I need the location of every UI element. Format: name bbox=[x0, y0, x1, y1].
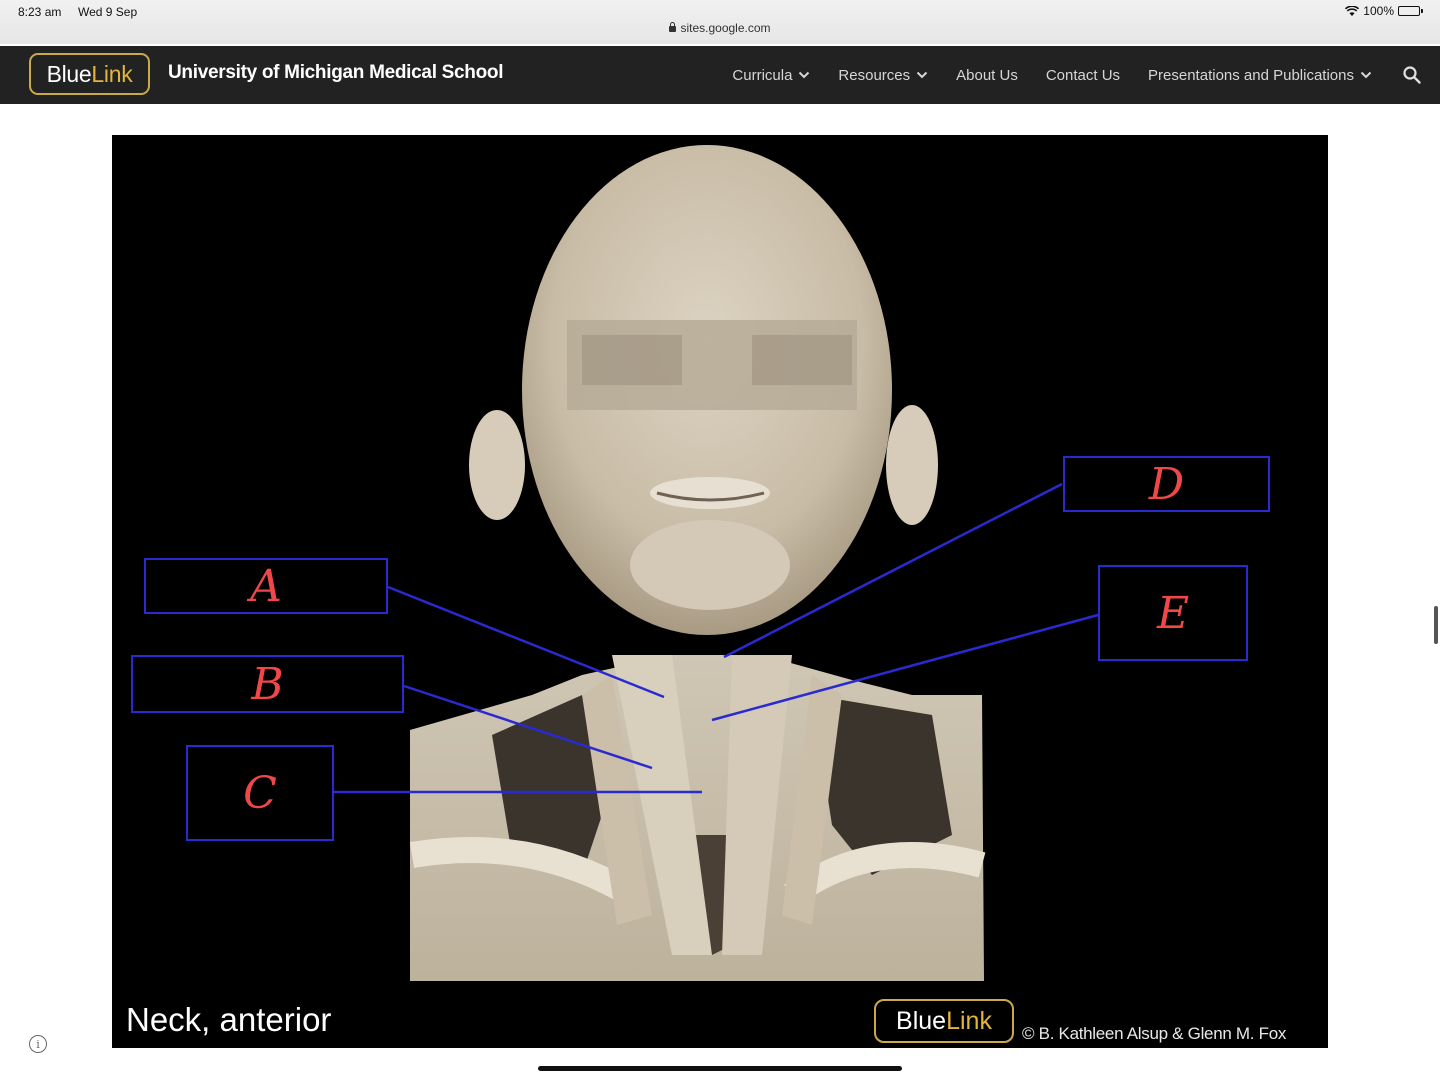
lock-icon bbox=[669, 22, 677, 32]
figure-bluelink-logo: Blue Link bbox=[874, 999, 1014, 1043]
battery-icon bbox=[1398, 6, 1423, 16]
status-right: 100% bbox=[1345, 4, 1423, 18]
nav-item-curricula[interactable]: Curricula bbox=[732, 67, 810, 84]
battery-percent: 100% bbox=[1363, 4, 1394, 18]
nav-item-presentations[interactable]: Presentations and Publications bbox=[1148, 67, 1372, 84]
label-box-b[interactable]: B bbox=[131, 655, 404, 713]
nav-item-resources[interactable]: Resources bbox=[838, 67, 928, 84]
home-indicator[interactable] bbox=[538, 1066, 902, 1071]
url-text: sites.google.com bbox=[680, 21, 771, 35]
nav-menu: Curricula Resources About Us Contact Us … bbox=[732, 46, 1372, 104]
site-title[interactable]: University of Michigan Medical School bbox=[168, 62, 503, 84]
scrollbar-handle[interactable] bbox=[1434, 606, 1438, 644]
figure-caption: Neck, anterior bbox=[126, 1001, 332, 1038]
wifi-icon bbox=[1345, 6, 1360, 16]
info-icon[interactable]: i bbox=[29, 1035, 47, 1053]
label-box-d[interactable]: D bbox=[1063, 456, 1270, 512]
chevron-down-icon bbox=[799, 71, 810, 79]
chevron-down-icon bbox=[916, 71, 928, 79]
figure-copyright: © B. Kathleen Alsup & Glenn M. Fox bbox=[1022, 1024, 1287, 1043]
anatomy-figure: A B C D E Neck, anterior Blue Link © B. K… bbox=[112, 135, 1328, 1048]
chevron-down-icon bbox=[1360, 71, 1372, 79]
status-date: Wed 9 Sep bbox=[78, 5, 138, 19]
label-box-c[interactable]: C bbox=[186, 745, 334, 841]
nav-item-about-us[interactable]: About Us bbox=[956, 67, 1018, 84]
label-box-e[interactable]: E bbox=[1098, 565, 1248, 661]
bluelink-logo[interactable]: Blue Link bbox=[29, 53, 150, 95]
site-navbar: Blue Link University of Michigan Medical … bbox=[0, 46, 1440, 104]
label-box-a[interactable]: A bbox=[144, 558, 388, 614]
nav-item-contact-us[interactable]: Contact Us bbox=[1046, 67, 1120, 84]
search-icon[interactable] bbox=[1402, 65, 1422, 85]
address-bar[interactable]: sites.google.com bbox=[0, 21, 1440, 35]
device-status-bar: 8:23 am Wed 9 Sep sites.google.com 100% bbox=[0, 0, 1440, 44]
status-time: 8:23 am bbox=[18, 5, 62, 19]
